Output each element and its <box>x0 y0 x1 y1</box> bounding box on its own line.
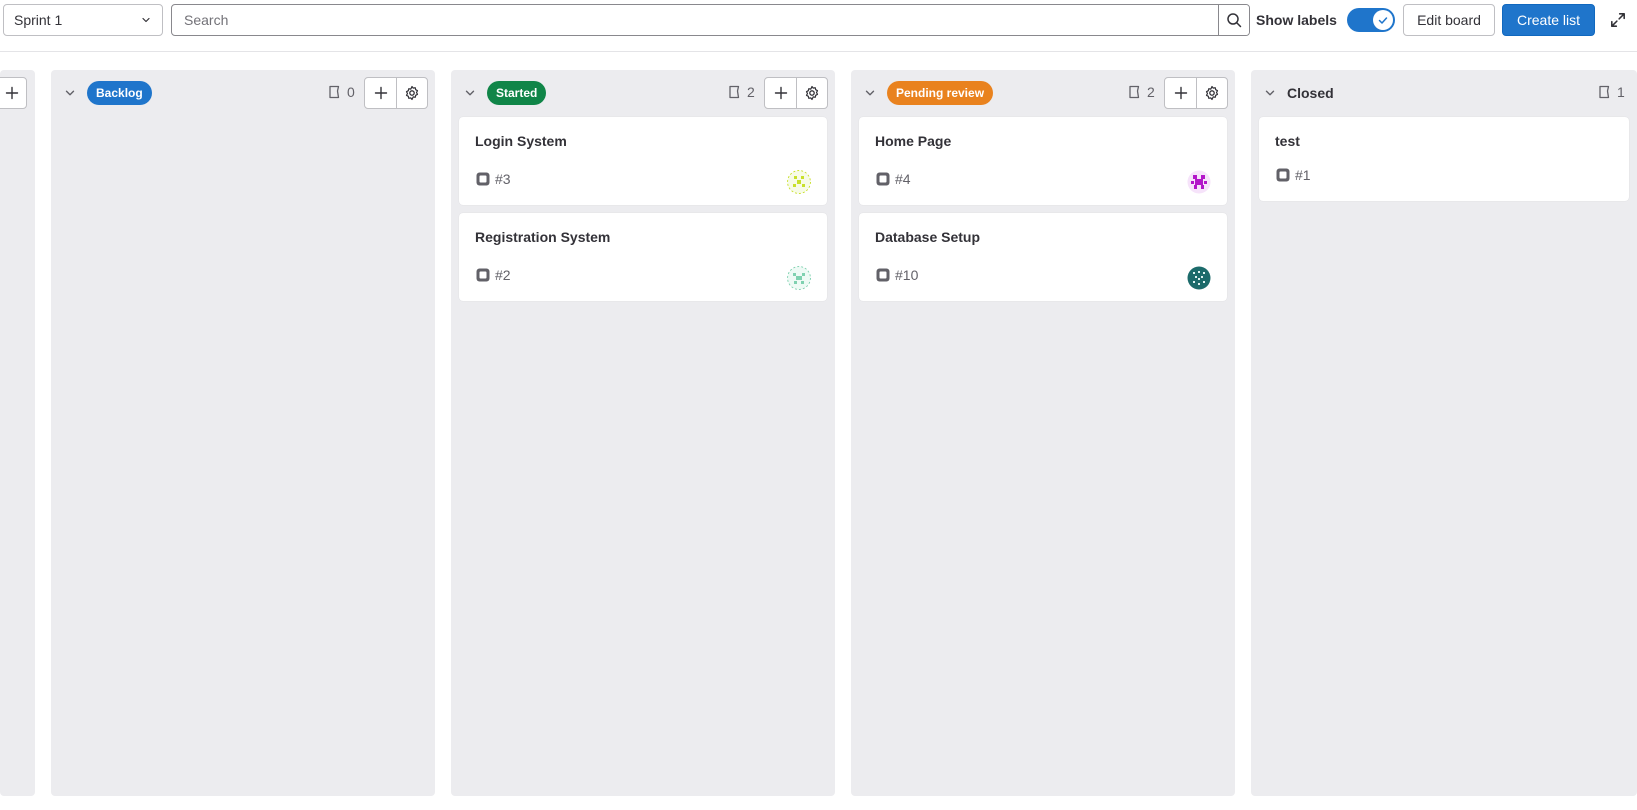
list-closed: Closed 1 test #1 <box>1251 70 1637 796</box>
create-list-label: Create list <box>1516 12 1581 28</box>
search-bar <box>171 4 1250 36</box>
issue-count: 2 <box>1127 84 1155 100</box>
issue-count-value: 2 <box>1147 84 1155 100</box>
list-settings-button[interactable] <box>796 78 827 108</box>
list-started: Started 2 Login System #3 Registration S… <box>451 70 835 796</box>
list-title: Closed <box>1287 85 1334 101</box>
issue-card[interactable]: Login System #3 <box>459 117 827 205</box>
issue-card[interactable]: test #1 <box>1259 117 1629 201</box>
list-label-pill[interactable]: Started <box>487 81 547 105</box>
list-actions <box>764 77 828 109</box>
issue-type-icon <box>476 172 490 186</box>
issue-title[interactable]: Registration System <box>475 229 610 245</box>
list-partial-actions <box>0 77 27 109</box>
issue-title[interactable]: Database Setup <box>875 229 980 245</box>
show-labels-toggle[interactable] <box>1347 8 1395 32</box>
issues-icon <box>729 85 740 99</box>
new-issue-button[interactable] <box>365 78 396 108</box>
issue-count: 0 <box>327 84 355 100</box>
list-settings-button[interactable] <box>1196 78 1227 108</box>
list-partial <box>0 70 35 796</box>
identicon <box>787 170 811 194</box>
issue-count-value: 2 <box>747 84 755 100</box>
toggle-knob <box>1373 10 1393 30</box>
issue-ref-number: #4 <box>895 171 911 187</box>
chevron-down-icon <box>142 17 150 23</box>
chevron-down-icon[interactable] <box>1263 86 1277 100</box>
new-issue-button[interactable] <box>1165 78 1196 108</box>
check-icon <box>1378 17 1388 24</box>
issue-type-icon <box>876 268 890 282</box>
issue-reference: #1 <box>1275 167 1311 183</box>
identicon <box>1187 266 1211 290</box>
list-label-pill[interactable]: Pending review <box>887 81 994 105</box>
create-list-button[interactable]: Create list <box>1502 4 1595 36</box>
edit-board-button[interactable]: Edit board <box>1403 4 1495 36</box>
list-header: Started 2 <box>451 70 835 116</box>
issue-reference: #3 <box>475 171 511 187</box>
chevron-down-icon[interactable] <box>463 86 477 100</box>
issue-reference: #2 <box>475 267 511 283</box>
assignee-avatar[interactable] <box>1187 266 1211 290</box>
new-issue-button[interactable] <box>0 78 26 108</box>
new-issue-button[interactable] <box>765 78 796 108</box>
issue-card[interactable]: Database Setup #10 <box>859 213 1227 301</box>
identicon <box>787 266 811 290</box>
issues-icon <box>1129 85 1140 99</box>
issue-ref-number: #3 <box>495 171 511 187</box>
list-pending-review: Pending review 2 Home Page #4 Database S… <box>851 70 1235 796</box>
issue-title[interactable]: test <box>1275 133 1300 149</box>
gear-icon <box>405 85 419 101</box>
gear-icon <box>1205 85 1219 101</box>
search-button[interactable] <box>1218 5 1249 35</box>
assignee-avatar[interactable] <box>787 266 811 290</box>
iteration-select[interactable]: Sprint 1 <box>3 4 163 36</box>
issue-ref-number: #2 <box>495 267 511 283</box>
chevron-down-icon[interactable] <box>863 86 877 100</box>
edit-board-label: Edit board <box>1417 12 1481 28</box>
list-label-pill[interactable]: Backlog <box>87 81 152 105</box>
search-input[interactable] <box>172 5 1218 35</box>
assignee-avatar[interactable] <box>787 170 811 194</box>
issue-ref-number: #1 <box>1295 167 1311 183</box>
list-header: Backlog 0 <box>51 70 435 116</box>
show-labels-label: Show labels <box>1256 12 1337 28</box>
list-backlog: Backlog 0 <box>51 70 435 796</box>
issue-card[interactable]: Home Page #4 <box>859 117 1227 205</box>
expand-icon[interactable] <box>1609 11 1627 29</box>
issue-type-icon <box>876 172 890 186</box>
gear-icon <box>805 85 819 101</box>
list-header: Pending review 2 <box>851 70 1235 116</box>
plus-icon <box>774 86 787 100</box>
iteration-select-value: Sprint 1 <box>14 12 63 28</box>
assignee-avatar[interactable] <box>1187 170 1211 194</box>
issue-type-icon <box>1276 168 1290 182</box>
list-settings-button[interactable] <box>396 78 427 108</box>
issues-icon <box>329 85 340 99</box>
issue-count-value: 0 <box>347 84 355 100</box>
board-toolbar: Sprint 1 Show labels Edit board Create l… <box>0 0 1637 52</box>
issue-ref-number: #10 <box>895 267 919 283</box>
issue-title[interactable]: Home Page <box>875 133 951 149</box>
search-icon <box>1227 13 1242 28</box>
issue-count: 2 <box>727 84 755 100</box>
board: Backlog 0 Started 2 Login System #3 Regi… <box>0 70 1637 810</box>
plus-icon <box>374 86 387 100</box>
issue-reference: #4 <box>875 171 911 187</box>
issue-title[interactable]: Login System <box>475 133 567 149</box>
list-actions <box>1164 77 1228 109</box>
issue-count: 1 <box>1597 84 1625 100</box>
issue-reference: #10 <box>875 267 918 283</box>
issue-card[interactable]: Registration System #2 <box>459 213 827 301</box>
plus-icon <box>5 86 18 100</box>
list-header: Closed 1 <box>1251 70 1637 116</box>
list-actions <box>364 77 428 109</box>
issues-icon <box>1599 85 1610 99</box>
plus-icon <box>1174 86 1187 100</box>
issue-type-icon <box>476 268 490 282</box>
chevron-down-icon[interactable] <box>63 86 77 100</box>
identicon <box>1187 170 1211 194</box>
issue-count-value: 1 <box>1617 84 1625 100</box>
